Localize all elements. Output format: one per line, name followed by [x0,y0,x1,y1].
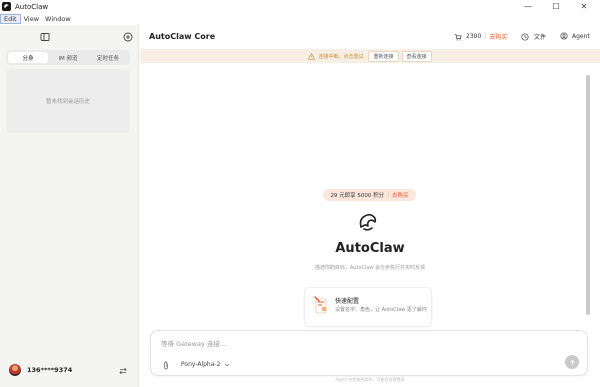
promo-divider: | [387,192,390,198]
tab-avatars[interactable]: 分身 [8,52,48,63]
composer: Pony-Alpha-2 [150,330,588,376]
credits-count: 2300 [466,33,482,40]
message-input[interactable] [161,338,561,350]
model-selector[interactable]: Pony-Alpha-2 [181,361,230,368]
promo-buy-link[interactable]: 去购买 [392,191,409,199]
empty-history-card: 暂未找到会话历史 [6,69,130,133]
attach-icon[interactable] [162,361,170,370]
send-arrow-icon [569,359,575,365]
quick-setup-desc: 设置名字、角色，让 AutoClaw 更了解你 [335,307,427,313]
header: AutoClaw Core 2300 | 去购买 文件 Agent [140,25,600,49]
user-profile[interactable]: 136****9374 [9,364,72,376]
tab-im-channels[interactable]: IM 频道 [48,52,88,63]
hero-subtitle: 描述你的目标，AutoClaw 会分步执行并实时反馈 [314,265,426,271]
sidebar: 分身 IM 频道 定时任务 暂未找到会话历史 136****9374 [0,25,139,387]
promo-badge[interactable]: 29 元即享 5000 积分 | 去购买 [323,189,416,201]
connection-notice: 连接中断，点击重试 重新连接 查看连接 [140,49,600,63]
model-name: Pony-Alpha-2 [181,361,221,368]
maximize-button[interactable]: ☐ [544,0,568,13]
title-bar: AutoClaw — ☐ ✕ [0,0,600,13]
main-panel: AutoClaw Core 2300 | 去购买 文件 Agent 连接中断，点… [140,25,600,387]
switch-account-icon[interactable] [118,366,128,376]
new-chat-icon[interactable] [123,32,133,42]
files-label: 文件 [534,34,547,41]
quick-setup-card[interactable]: 快速配置 设置名字、角色，让 AutoClaw 更了解你 [304,287,432,327]
sidebar-toolbar [0,25,138,49]
notice-text: 连接中断，点击重试 [318,53,364,60]
app-logo-icon [2,2,11,11]
chevron-down-icon [225,363,230,367]
agent-user-icon [560,32,568,40]
credits-area: 2300 | 去购买 [454,32,507,41]
user-name: 136****9374 [27,366,73,374]
menu-window[interactable]: Window [42,15,74,23]
hero-title: AutoClaw [335,241,405,256]
menu-view[interactable]: View [21,15,42,23]
window-title: AutoClaw [15,2,49,11]
sidebar-tabs: 分身 IM 频道 定时任务 [6,50,130,65]
quick-setup-title: 快速配置 [335,298,360,305]
menu-bar: Edit View Window [0,13,600,25]
menu-edit[interactable]: Edit [0,14,21,24]
send-button[interactable] [565,355,579,369]
empty-history-text: 暂未找到会话历史 [45,99,90,105]
promo-text: 29 元即享 5000 积分 [330,193,385,199]
tab-scheduled-tasks[interactable]: 定时任务 [88,52,128,63]
footer-note: Agent 在完成任务时，可能会出现错误 [335,377,405,382]
view-connection-button[interactable]: 查看连接 [401,50,432,62]
files-button[interactable]: 文件 [521,32,546,41]
files-clock-icon [521,32,529,41]
sidebar-toggle-icon[interactable] [40,32,50,42]
close-button[interactable]: ✕ [572,0,596,13]
agent-button[interactable]: Agent [560,32,590,40]
avatar [9,364,21,376]
autoclaw-logo-icon [359,213,377,231]
reconnect-button[interactable]: 重新连接 [368,50,399,62]
minimize-button[interactable]: — [516,0,540,13]
scrollbar[interactable] [586,75,590,315]
divider: | [484,33,487,40]
agent-label: Agent [572,32,590,40]
page-title: AutoClaw Core [149,32,216,41]
cart-icon [454,33,462,40]
buy-credits-link[interactable]: 去购买 [489,32,507,41]
warning-icon [308,52,316,60]
quick-setup-icon [314,296,327,314]
